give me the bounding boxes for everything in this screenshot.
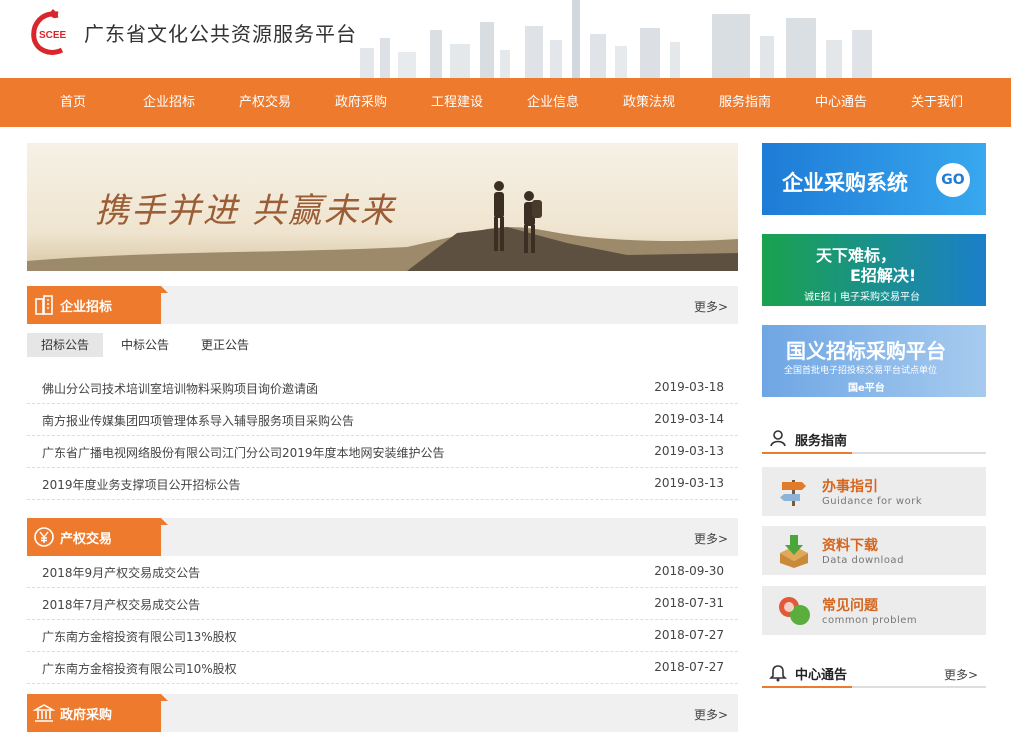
section-tender-title: 企业招标 — [60, 300, 113, 315]
list-item[interactable]: 2019年度业务支撑项目公开招标公告 2019-03-13 — [27, 468, 738, 500]
guide-en-label: common problem — [822, 615, 918, 626]
nav-policy[interactable]: 政策法规 — [604, 78, 694, 127]
banner2-footer: 诚E招 | 电子采购交易平台 — [804, 292, 921, 303]
notice-more-link[interactable]: 更多> — [944, 666, 978, 683]
list-item[interactable]: 广东南方金榕投资有限公司10%股权 2018-07-27 — [27, 652, 738, 684]
enterprise-procurement-banner[interactable]: 企业采购系统 GO — [762, 143, 986, 215]
guide-en-label: Data download — [822, 555, 904, 566]
gov-more-link[interactable]: 更多> — [694, 706, 728, 723]
download-box-icon — [780, 535, 808, 568]
nav-engineering[interactable]: 工程建设 — [412, 78, 502, 127]
scee-logo: SCEE — [31, 8, 67, 55]
city-skyline-image — [360, 0, 872, 78]
header-accent-line — [762, 686, 852, 688]
row-date: 2019-03-14 — [654, 412, 724, 426]
row-date: 2019-03-13 — [654, 444, 724, 458]
tab-tender-notice[interactable]: 招标公告 — [27, 333, 104, 357]
property-more-link[interactable]: 更多> — [694, 530, 728, 547]
site-header: SCEE 广东省文化公共资源服务平台 — [0, 0, 1011, 78]
guide-cn-label: 常见问题 — [822, 598, 878, 614]
guoyi-platform-banner[interactable]: 国义招标采购平台 全国首批电子招投标交易平台试点单位 国e平台 — [762, 325, 986, 397]
row-title: 南方报业传媒集团四项管理体系导入辅导服务项目采购公告 — [42, 414, 355, 428]
yuan-coin-icon — [34, 527, 54, 547]
row-date: 2018-07-27 — [654, 628, 724, 642]
guidance-for-work-link[interactable]: 办事指引 Guidance for work — [762, 467, 986, 516]
row-title: 2019年度业务支撑项目公开招标公告 — [42, 478, 241, 492]
nav-enterprise-info[interactable]: 企业信息 — [508, 78, 598, 127]
common-problem-link[interactable]: 常见问题 common problem — [762, 586, 986, 635]
row-title: 广东南方金榕投资有限公司13%股权 — [42, 630, 237, 644]
list-item[interactable]: 佛山分公司技术培训室培训物料采购项目询价邀请函 2019-03-18 — [27, 372, 738, 404]
banner1-title: 企业采购系统 — [782, 171, 908, 195]
center-notice-header: 中心通告 更多> — [762, 658, 986, 688]
list-item[interactable]: 2018年7月产权交易成交公告 2018-07-31 — [27, 588, 738, 620]
site-title: 广东省文化公共资源服务平台 — [84, 22, 357, 46]
guide-cn-label: 资料下载 — [822, 538, 878, 554]
row-date: 2019-03-13 — [654, 476, 724, 490]
e-tender-banner[interactable]: 天下难标， E招解决! 诚E招 | 电子采购交易平台 — [762, 234, 986, 306]
guide-en-label: Guidance for work — [822, 496, 923, 507]
svg-text:SCEE: SCEE — [39, 30, 67, 41]
hero-banner[interactable]: 携手并进 共赢未来 — [27, 143, 738, 271]
section-tender-tab: 企业招标 — [27, 286, 168, 324]
tender-more-link[interactable]: 更多> — [694, 298, 728, 315]
banner3-line1: 国义招标采购平台 — [786, 339, 946, 363]
nav-home[interactable]: 首页 — [28, 78, 118, 127]
nav-enterprise-tender[interactable]: 企业招标 — [124, 78, 214, 127]
section-property-tab: 产权交易 — [27, 518, 168, 556]
service-guide-header: 服务指南 — [762, 424, 986, 454]
section-tender-header: 企业招标 更多> — [27, 286, 738, 324]
data-download-link[interactable]: 资料下载 Data download — [762, 526, 986, 575]
signpost-icon — [780, 480, 806, 506]
main-nav: 首页 企业招标 产权交易 政府采购 工程建设 企业信息 政策法规 服务指南 中心… — [0, 78, 1011, 127]
row-title: 佛山分公司技术培训室培训物料采购项目询价邀请函 — [42, 382, 319, 396]
banner-slogan: 携手并进 共赢未来 — [95, 191, 396, 231]
nav-notices[interactable]: 中心通告 — [796, 78, 886, 127]
building-icon — [35, 295, 53, 315]
list-item[interactable]: 广东省广播电视网络股份有限公司江门分公司2019年度本地网安装维护公告 2019… — [27, 436, 738, 468]
tab-correction-notice[interactable]: 更正公告 — [187, 333, 263, 357]
row-date: 2018-07-27 — [654, 660, 724, 674]
section-property-header: 产权交易 更多> — [27, 518, 738, 556]
row-title: 2018年9月产权交易成交公告 — [42, 566, 201, 580]
header-accent-line — [762, 452, 852, 454]
row-title: 广东省广播电视网络股份有限公司江门分公司2019年度本地网安装维护公告 — [42, 446, 445, 460]
go-button: GO — [936, 163, 970, 197]
row-date: 2018-07-31 — [654, 596, 724, 610]
row-title: 2018年7月产权交易成交公告 — [42, 598, 201, 612]
nav-property-trade[interactable]: 产权交易 — [220, 78, 310, 127]
banner3-line3: 国e平台 — [848, 383, 885, 394]
bell-icon — [769, 665, 787, 682]
guide-cn-label: 办事指引 — [822, 479, 878, 495]
section-gov-title: 政府采购 — [60, 708, 113, 723]
row-date: 2019-03-18 — [654, 380, 724, 394]
list-item[interactable]: 2018年9月产权交易成交公告 2018-09-30 — [27, 556, 738, 588]
nav-service-guide[interactable]: 服务指南 — [700, 78, 790, 127]
section-gov-header: 政府采购 更多> — [27, 694, 738, 732]
faq-bubbles-icon — [779, 597, 810, 625]
banner3-line2: 全国首批电子招投标交易平台试点单位 — [784, 366, 938, 376]
person-icon — [770, 430, 786, 447]
government-building-icon — [33, 704, 55, 722]
nav-about[interactable]: 关于我们 — [892, 78, 982, 127]
center-notice-title: 中心通告 — [795, 668, 848, 683]
service-guide-title: 服务指南 — [795, 434, 848, 449]
section-property-title: 产权交易 — [60, 532, 113, 547]
row-title: 广东南方金榕投资有限公司10%股权 — [42, 662, 237, 676]
nav-gov-procurement[interactable]: 政府采购 — [316, 78, 406, 127]
tab-award-notice[interactable]: 中标公告 — [107, 333, 183, 357]
banner2-line2: E招解决! — [850, 266, 917, 285]
row-date: 2018-09-30 — [654, 564, 724, 578]
list-item[interactable]: 广东南方金榕投资有限公司13%股权 2018-07-27 — [27, 620, 738, 652]
section-gov-tab: 政府采购 — [27, 694, 168, 732]
list-item[interactable]: 南方报业传媒集团四项管理体系导入辅导服务项目采购公告 2019-03-14 — [27, 404, 738, 436]
